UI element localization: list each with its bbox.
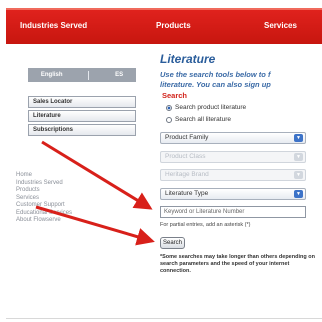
arrow-to-keyword-icon <box>41 140 153 210</box>
arrow-to-search-button-icon <box>35 205 155 246</box>
footer-divider <box>6 318 322 319</box>
annotation-arrows <box>35 140 155 246</box>
